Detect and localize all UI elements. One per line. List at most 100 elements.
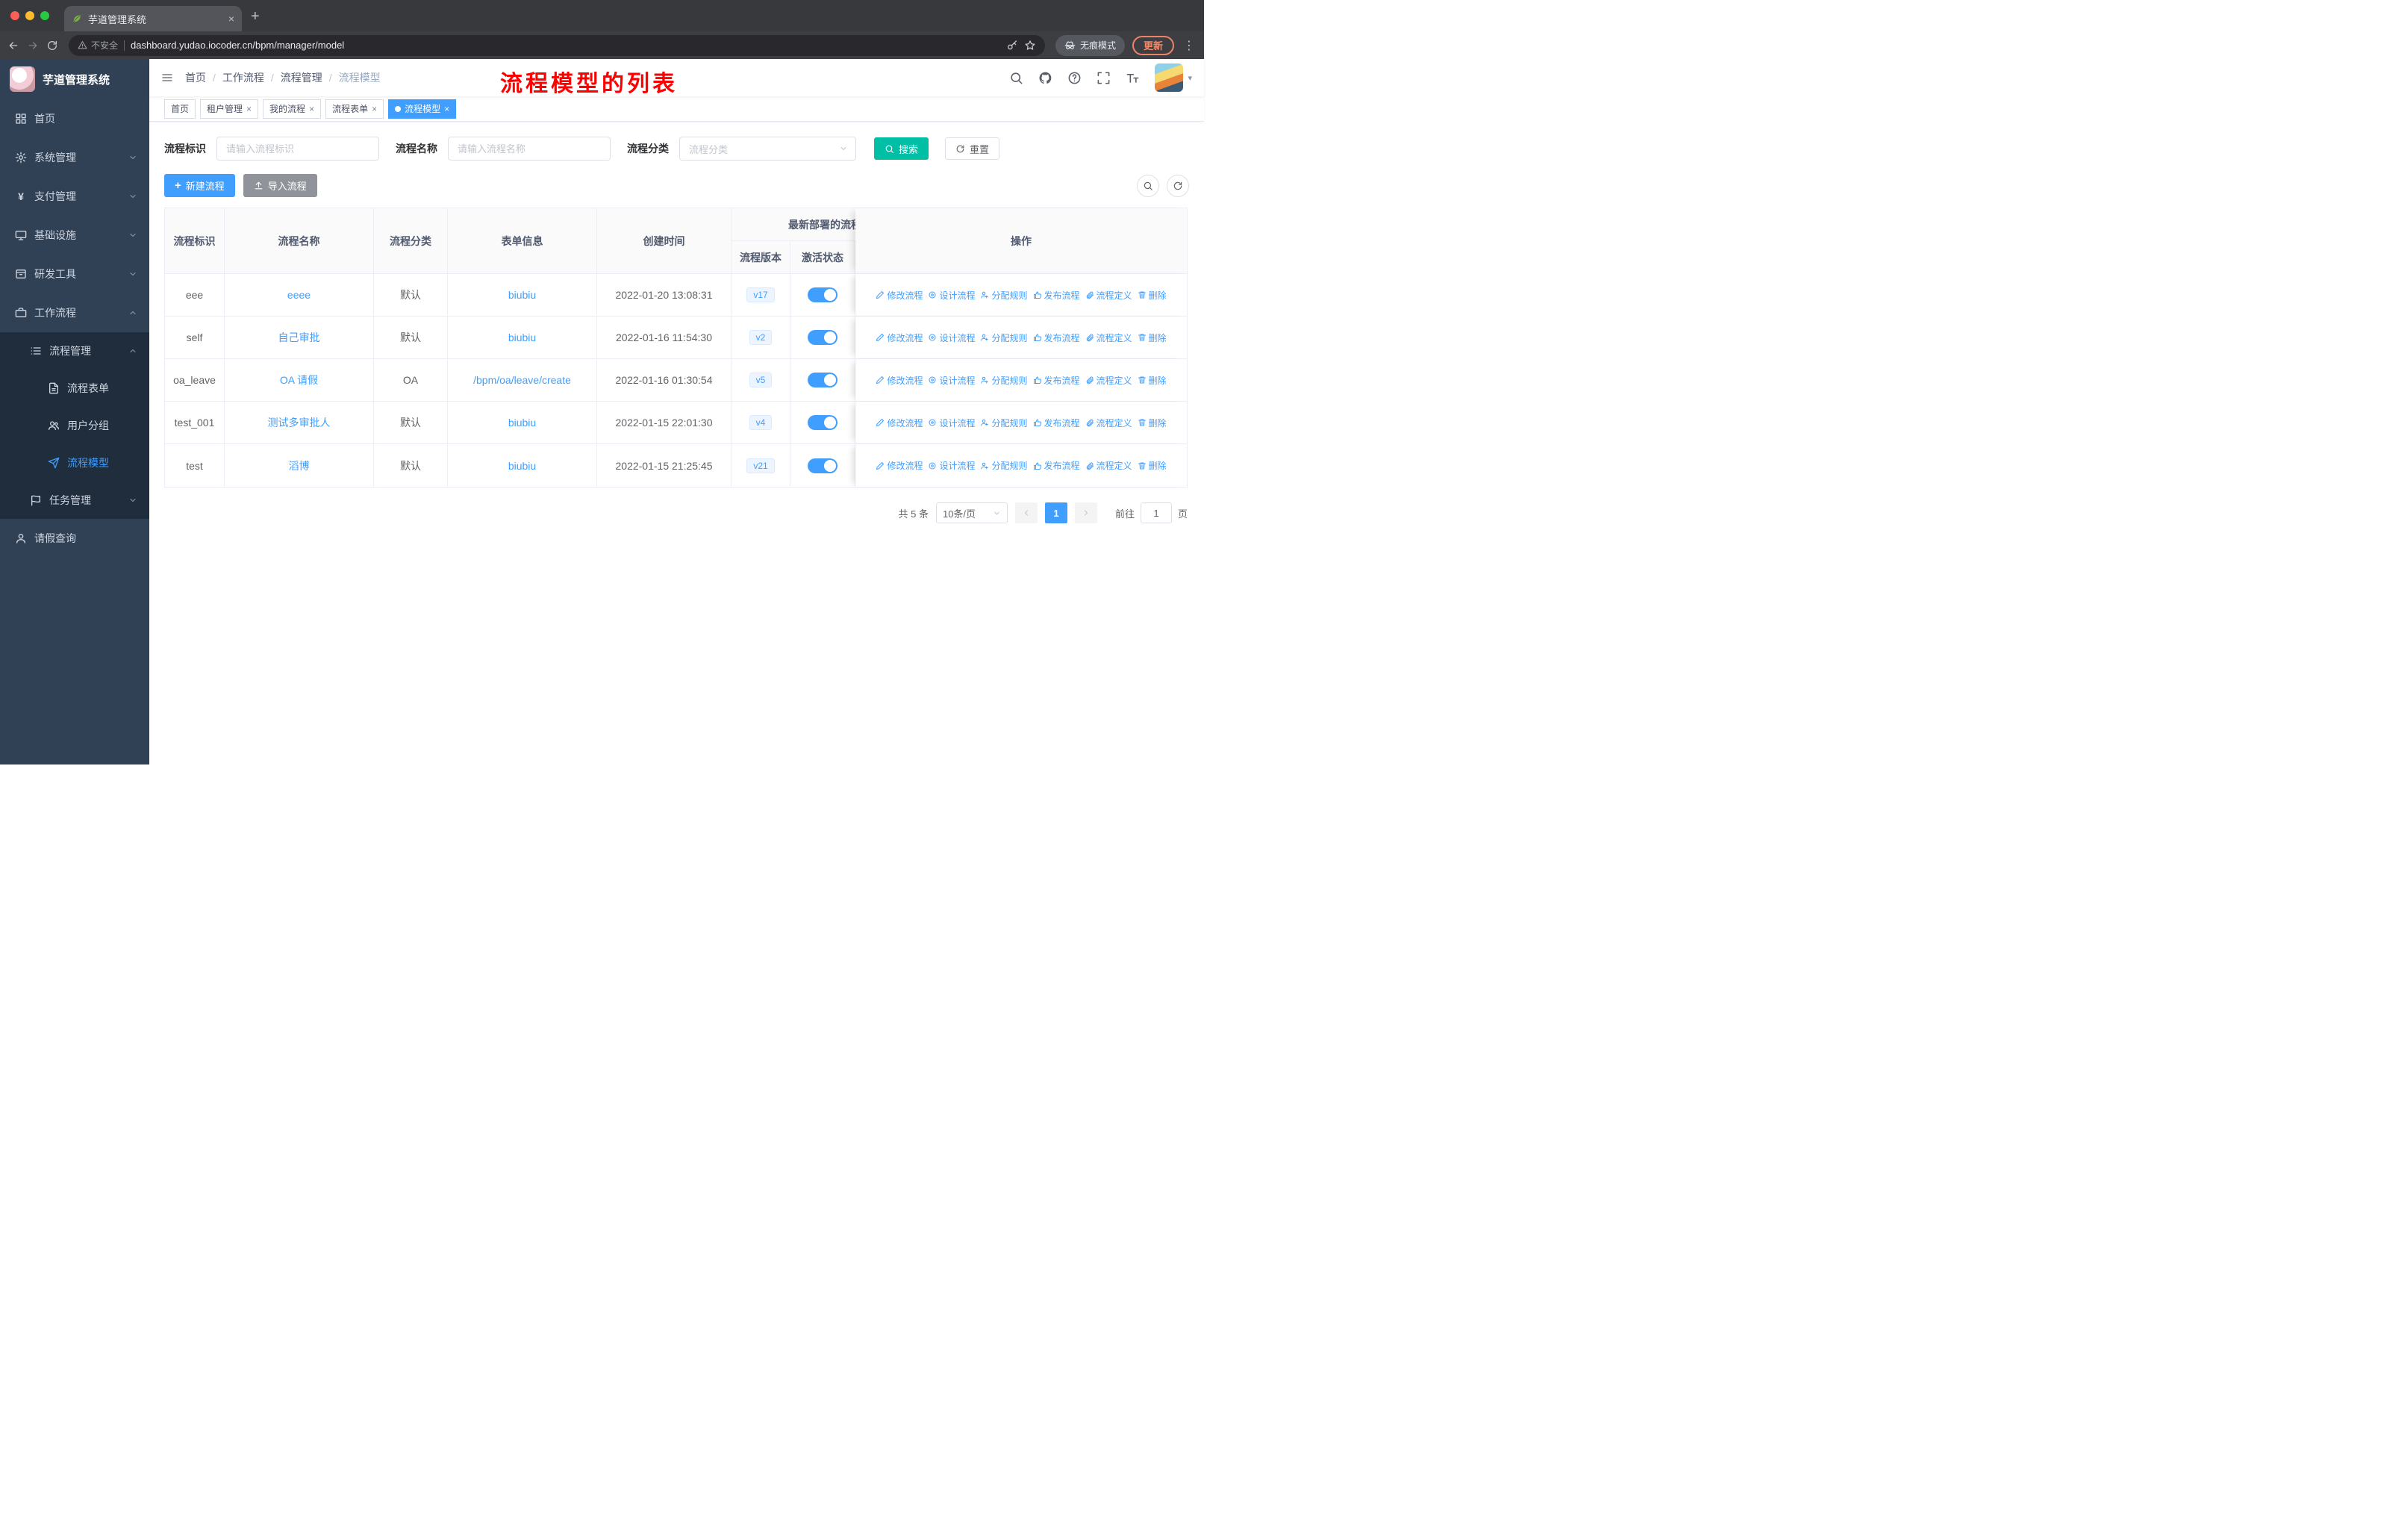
import-process-button[interactable]: 导入流程 bbox=[243, 174, 317, 197]
browser-tab[interactable]: 芋道管理系统 × bbox=[64, 6, 242, 31]
new-tab-button[interactable]: + bbox=[251, 8, 260, 25]
font-size-icon[interactable] bbox=[1126, 71, 1140, 85]
tag-home[interactable]: 首页 bbox=[164, 99, 196, 119]
design-process-link[interactable]: 设计流程 bbox=[928, 331, 975, 344]
version-badge[interactable]: v17 bbox=[746, 287, 775, 302]
tag-my-process[interactable]: 我的流程 × bbox=[263, 99, 322, 119]
sidebar-item-user-group[interactable]: 用户分组 bbox=[0, 407, 149, 444]
create-process-button[interactable]: + 新建流程 bbox=[164, 174, 235, 197]
edit-process-link[interactable]: 修改流程 bbox=[876, 289, 923, 302]
github-icon[interactable] bbox=[1038, 71, 1052, 85]
back-icon[interactable] bbox=[7, 40, 19, 52]
publish-process-link[interactable]: 发布流程 bbox=[1033, 374, 1080, 387]
category-select[interactable]: 流程分类 bbox=[679, 137, 856, 161]
active-toggle[interactable] bbox=[808, 330, 838, 345]
assign-rule-link[interactable]: 分配规则 bbox=[980, 331, 1028, 344]
delete-link[interactable]: 删除 bbox=[1138, 459, 1167, 472]
process-name-link[interactable]: 测试多审批人 bbox=[268, 415, 331, 430]
sidebar-item-home[interactable]: 首页 bbox=[0, 99, 149, 138]
edit-process-link[interactable]: 修改流程 bbox=[876, 459, 923, 472]
design-process-link[interactable]: 设计流程 bbox=[928, 289, 975, 302]
help-icon[interactable] bbox=[1067, 71, 1082, 85]
edit-process-link[interactable]: 修改流程 bbox=[876, 331, 923, 344]
tag-process-form[interactable]: 流程表单 × bbox=[325, 99, 384, 119]
close-window-button[interactable] bbox=[10, 11, 19, 20]
design-process-link[interactable]: 设计流程 bbox=[928, 459, 975, 472]
assign-rule-link[interactable]: 分配规则 bbox=[980, 289, 1028, 302]
breadcrumb-process-mgmt[interactable]: 流程管理 bbox=[281, 70, 322, 85]
version-badge[interactable]: v21 bbox=[746, 458, 775, 473]
assign-rule-link[interactable]: 分配规则 bbox=[980, 459, 1028, 472]
app-logo[interactable]: 芋道管理系统 bbox=[0, 59, 149, 99]
delete-link[interactable]: 删除 bbox=[1138, 417, 1167, 429]
edit-process-link[interactable]: 修改流程 bbox=[876, 374, 923, 387]
close-icon[interactable]: × bbox=[309, 104, 314, 114]
zoom-window-button[interactable] bbox=[40, 11, 49, 20]
form-info-link[interactable]: /bpm/oa/leave/create bbox=[473, 374, 571, 386]
assign-rule-link[interactable]: 分配规则 bbox=[980, 374, 1028, 387]
breadcrumb-workflow[interactable]: 工作流程 bbox=[222, 70, 264, 85]
sidebar-item-devtools[interactable]: 研发工具 bbox=[0, 255, 149, 293]
page-size-select[interactable]: 10条/页 bbox=[935, 502, 1008, 523]
active-toggle[interactable] bbox=[808, 373, 838, 387]
tag-tenant[interactable]: 租户管理 × bbox=[200, 99, 259, 119]
sidebar-item-process-form[interactable]: 流程表单 bbox=[0, 370, 149, 407]
design-process-link[interactable]: 设计流程 bbox=[928, 374, 975, 387]
publish-process-link[interactable]: 发布流程 bbox=[1033, 459, 1080, 472]
user-menu[interactable]: ▾ bbox=[1155, 63, 1192, 92]
process-name-link[interactable]: 滔博 bbox=[289, 458, 310, 473]
edit-process-link[interactable]: 修改流程 bbox=[876, 417, 923, 429]
refresh-table-button[interactable] bbox=[1167, 174, 1189, 197]
key-icon[interactable] bbox=[1006, 40, 1018, 52]
breadcrumb-home[interactable]: 首页 bbox=[185, 70, 206, 85]
reset-button[interactable]: 重置 bbox=[945, 137, 1000, 160]
browser-menu-icon[interactable]: ⋮ bbox=[1182, 38, 1197, 53]
reload-icon[interactable] bbox=[46, 40, 58, 52]
update-button[interactable]: 更新 bbox=[1132, 35, 1174, 55]
star-icon[interactable] bbox=[1024, 40, 1036, 52]
form-info-link[interactable]: biubiu bbox=[508, 289, 536, 301]
process-name-link[interactable]: 自己审批 bbox=[278, 330, 320, 345]
form-info-link[interactable]: biubiu bbox=[508, 331, 536, 343]
toggle-search-button[interactable] bbox=[1137, 174, 1159, 197]
active-toggle[interactable] bbox=[808, 287, 838, 302]
process-name-link[interactable]: eeee bbox=[287, 289, 311, 301]
security-warning[interactable]: 不安全 bbox=[78, 39, 118, 52]
url-bar[interactable]: 不安全 dashboard.yudao.iocoder.cn/bpm/manag… bbox=[69, 34, 1045, 56]
forward-icon[interactable] bbox=[27, 40, 39, 52]
publish-process-link[interactable]: 发布流程 bbox=[1033, 289, 1080, 302]
fullscreen-icon[interactable] bbox=[1097, 71, 1111, 85]
version-badge[interactable]: v5 bbox=[749, 373, 773, 387]
process-definition-link[interactable]: 流程定义 bbox=[1085, 417, 1132, 429]
search-button[interactable]: 搜索 bbox=[874, 137, 929, 160]
close-icon[interactable]: × bbox=[372, 104, 377, 114]
search-icon[interactable] bbox=[1009, 71, 1023, 85]
process-name-input[interactable] bbox=[448, 137, 611, 161]
minimize-window-button[interactable] bbox=[25, 11, 34, 20]
assign-rule-link[interactable]: 分配规则 bbox=[980, 417, 1028, 429]
sidebar-item-infra[interactable]: 基础设施 bbox=[0, 216, 149, 255]
sidebar-item-system[interactable]: 系统管理 bbox=[0, 138, 149, 177]
hamburger-icon[interactable] bbox=[161, 72, 173, 84]
form-info-link[interactable]: biubiu bbox=[508, 460, 536, 472]
process-definition-link[interactable]: 流程定义 bbox=[1085, 374, 1132, 387]
delete-link[interactable]: 删除 bbox=[1138, 289, 1167, 302]
process-definition-link[interactable]: 流程定义 bbox=[1085, 289, 1132, 302]
process-name-link[interactable]: OA 请假 bbox=[280, 373, 318, 387]
sidebar-item-workflow[interactable]: 工作流程 bbox=[0, 293, 149, 332]
sidebar-item-process-mgmt[interactable]: 流程管理 bbox=[0, 332, 149, 370]
publish-process-link[interactable]: 发布流程 bbox=[1033, 331, 1080, 344]
form-info-link[interactable]: biubiu bbox=[508, 417, 536, 429]
active-toggle[interactable] bbox=[808, 415, 838, 430]
process-id-input[interactable] bbox=[216, 137, 379, 161]
close-icon[interactable]: × bbox=[444, 104, 449, 114]
current-page-button[interactable]: 1 bbox=[1044, 502, 1067, 523]
sidebar-item-leave-query[interactable]: 请假查询 bbox=[0, 519, 149, 558]
prev-page-button[interactable] bbox=[1014, 502, 1038, 523]
version-badge[interactable]: v4 bbox=[749, 415, 773, 430]
sidebar-item-payment[interactable]: ¥ 支付管理 bbox=[0, 177, 149, 216]
tag-process-model-active[interactable]: 流程模型 × bbox=[388, 99, 457, 119]
close-icon[interactable]: × bbox=[246, 104, 252, 114]
goto-page-input[interactable] bbox=[1140, 502, 1172, 523]
delete-link[interactable]: 删除 bbox=[1138, 331, 1167, 344]
